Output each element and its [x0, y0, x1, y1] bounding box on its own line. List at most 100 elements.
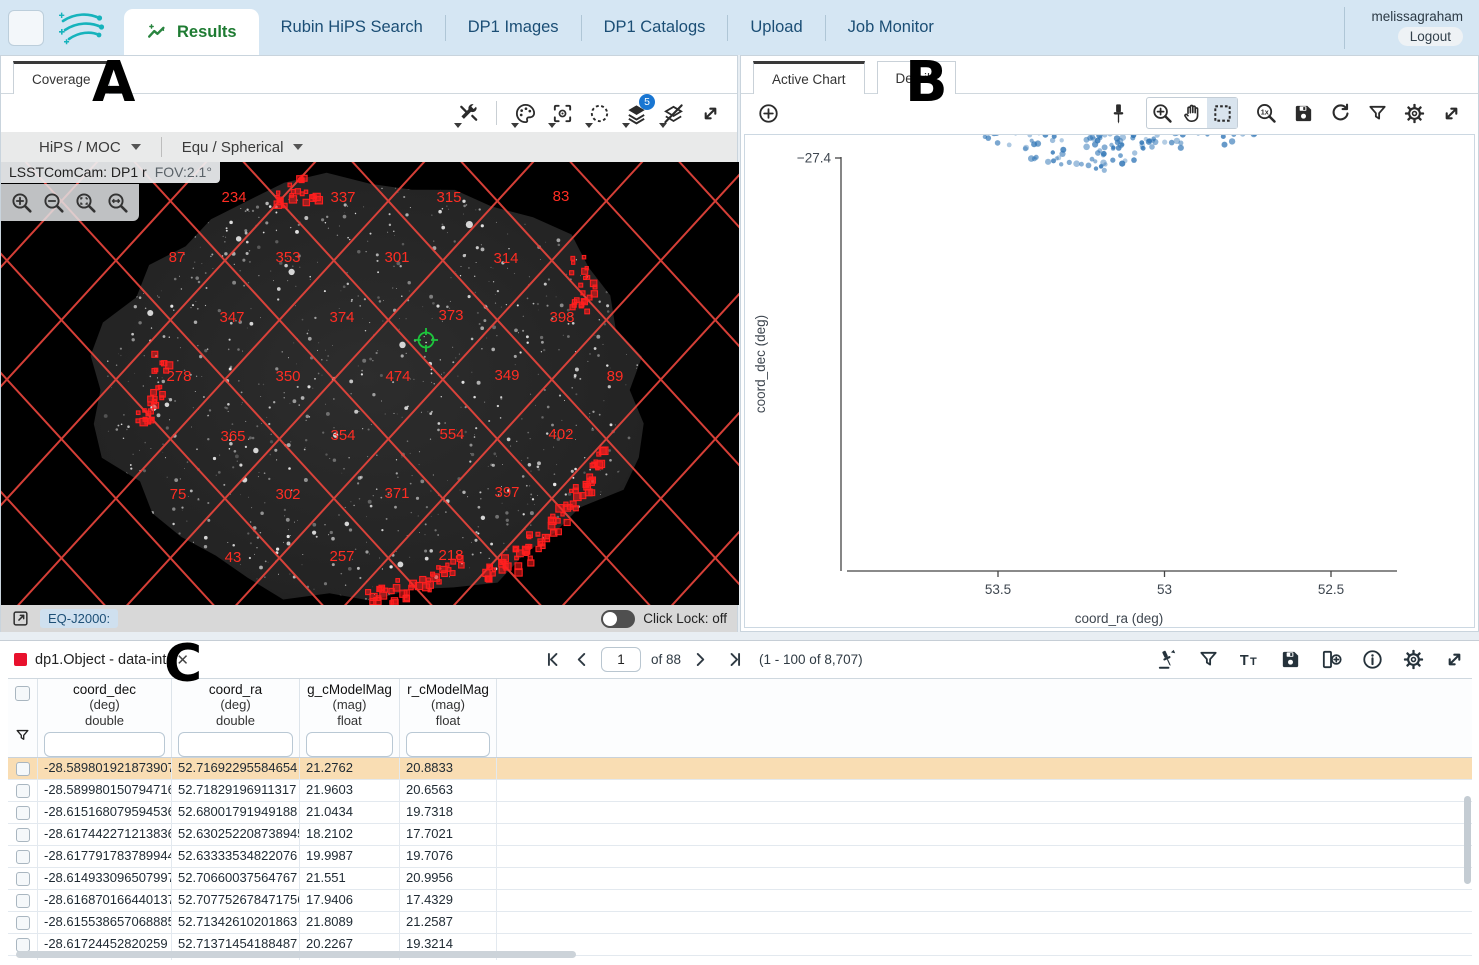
tab-active-chart[interactable]: Active Chart — [753, 61, 865, 94]
table-cell[interactable]: 17.9406 — [300, 890, 400, 911]
row-checkbox[interactable] — [16, 806, 30, 820]
table-cell[interactable]: -28.589980150794716 — [38, 780, 172, 801]
tab-rubin-hips-search[interactable]: Rubin HiPS Search — [259, 0, 445, 55]
row-checkbox[interactable] — [16, 784, 30, 798]
tab-results[interactable]: Results — [124, 9, 259, 55]
hips-moc-select[interactable]: HiPS / MOC — [29, 139, 151, 156]
table-settings-button[interactable] — [1398, 645, 1428, 675]
table-cell[interactable]: 21.2587 — [400, 912, 497, 933]
horizontal-scrollbar[interactable] — [16, 951, 576, 958]
table-cell[interactable]: -28.617442271213836 — [38, 824, 172, 845]
hide-layers-button[interactable] — [658, 98, 688, 128]
table-cell[interactable]: 52.68001791949188 — [172, 802, 300, 823]
table-row[interactable]: -28.61687016644013752.70775267847175617.… — [8, 890, 1472, 912]
filter-table-button[interactable] — [1193, 645, 1223, 675]
save-table-button[interactable] — [1275, 645, 1305, 675]
table-cell[interactable]: 19.7076 — [400, 846, 497, 867]
filter-input-g-cmodelmag[interactable] — [306, 732, 393, 757]
table-row[interactable]: -28.61493309650799752.7066003756476721.5… — [8, 868, 1472, 890]
row-checkbox[interactable] — [16, 894, 30, 908]
add-column-button[interactable] — [1316, 645, 1346, 675]
pin-chart-button[interactable] — [1103, 98, 1133, 128]
page-number-input[interactable] — [601, 647, 641, 672]
table-cell[interactable]: 21.8089 — [300, 912, 400, 933]
chart-zoom-mode-button[interactable] — [1147, 98, 1177, 128]
table-cell[interactable]: -28.615538657068885 — [38, 912, 172, 933]
color-palette-button[interactable] — [510, 98, 540, 128]
filter-chart-button[interactable] — [1362, 98, 1392, 128]
chart-settings-button[interactable] — [1399, 98, 1429, 128]
coverage-map-canvas[interactable]: 2343373158387353301314347374373398278350… — [1, 162, 739, 605]
zoom-fit-button[interactable] — [71, 188, 99, 216]
table-row[interactable]: -28.58998015079471652.7182919691131721.9… — [8, 780, 1472, 802]
table-row[interactable]: -28.61516807959453652.6800179194918821.0… — [8, 802, 1472, 824]
row-checkbox[interactable] — [16, 872, 30, 886]
select-region-button[interactable] — [584, 98, 614, 128]
image-tools-button[interactable] — [453, 98, 483, 128]
scatter-chart[interactable]: −27.4−27.6−27.8−28−28.2−28.4−28.6−28.853… — [744, 134, 1475, 628]
row-checkbox[interactable] — [16, 938, 30, 952]
restore-chart-button[interactable] — [1325, 98, 1355, 128]
click-lock-toggle[interactable] — [601, 610, 635, 628]
table-cell[interactable]: 21.551 — [300, 868, 400, 889]
expand-chart-button[interactable] — [1436, 98, 1466, 128]
row-checkbox[interactable] — [16, 762, 30, 776]
table-cell[interactable]: -28.617791783789944 — [38, 846, 172, 867]
table-row[interactable]: -28.58980192187390752.7169229558465421.2… — [8, 758, 1472, 780]
table-cell[interactable]: 20.6563 — [400, 780, 497, 801]
row-checkbox[interactable] — [16, 850, 30, 864]
table-cell[interactable]: 21.9603 — [300, 780, 400, 801]
add-chart-button[interactable] — [753, 98, 783, 128]
tab-job-monitor[interactable]: Job Monitor — [826, 0, 956, 55]
table-cell[interactable]: 17.7021 — [400, 824, 497, 845]
table-cell[interactable]: 17.4329 — [400, 890, 497, 911]
vertical-scrollbar[interactable] — [1464, 796, 1471, 884]
zoom-fill-button[interactable] — [103, 188, 131, 216]
table-cell[interactable]: 52.630252208738945 — [172, 824, 300, 845]
expand-coverage-button[interactable] — [695, 98, 725, 128]
table-cell[interactable]: 52.707752678471756 — [172, 890, 300, 911]
last-page-button[interactable] — [726, 650, 745, 669]
tab-dp1-catalogs[interactable]: DP1 Catalogs — [582, 0, 728, 55]
row-checkbox[interactable] — [16, 916, 30, 930]
logout-button[interactable]: Logout — [1398, 27, 1463, 46]
table-cell[interactable]: 18.2102 — [300, 824, 400, 845]
filter-row-icon[interactable] — [14, 727, 31, 744]
row-checkbox[interactable] — [16, 828, 30, 842]
save-chart-button[interactable] — [1288, 98, 1318, 128]
tab-dp1-images[interactable]: DP1 Images — [446, 0, 581, 55]
zoom-in-button[interactable] — [7, 188, 35, 216]
pin-table-chart-button[interactable] — [1152, 645, 1182, 675]
chart-pan-mode-button[interactable] — [1177, 98, 1207, 128]
scatter-chart-canvas[interactable]: −27.4−27.6−27.8−28−28.2−28.4−28.6−28.853… — [745, 135, 1476, 627]
expand-table-button[interactable] — [1439, 645, 1469, 675]
table-cell[interactable]: 52.63333534822076 — [172, 846, 300, 867]
select-all-checkbox[interactable] — [15, 686, 30, 701]
table-cell[interactable]: 21.2762 — [300, 758, 400, 779]
table-cell[interactable]: 52.71692295584654 — [172, 758, 300, 779]
column-header-r-cmodelmag[interactable]: r_cModelMag(mag)float — [400, 679, 497, 757]
sky-coverage-map[interactable]: LSSTComCam: DP1 rFOV:2.1° 23433731583873… — [1, 162, 739, 605]
table-cell[interactable]: 52.71342610201863 — [172, 912, 300, 933]
table-row[interactable]: -28.61779178378994452.6333353482207619.9… — [8, 846, 1472, 868]
table-cell[interactable]: -28.589801921873907 — [38, 758, 172, 779]
next-page-button[interactable] — [691, 650, 710, 669]
firefly-logo-icon[interactable] — [52, 7, 110, 49]
column-header-g-cmodelmag[interactable]: g_cModelMag(mag)float — [300, 679, 400, 757]
projection-select[interactable]: Equ / Spherical — [172, 139, 314, 156]
recenter-button[interactable] — [547, 98, 577, 128]
table-cell[interactable]: -28.616870166440137 — [38, 890, 172, 911]
zoom-original-button[interactable] — [1251, 98, 1281, 128]
layers-button[interactable]: 5 — [621, 98, 651, 128]
table-cell[interactable]: 19.7318 — [400, 802, 497, 823]
zoom-out-button[interactable] — [39, 188, 67, 216]
table-cell[interactable]: -28.614933096507997 — [38, 868, 172, 889]
text-view-button[interactable] — [1234, 645, 1264, 675]
table-cell[interactable]: -28.615168079594536 — [38, 802, 172, 823]
table-cell[interactable]: 20.8833 — [400, 758, 497, 779]
table-cell[interactable]: 52.71829196911317 — [172, 780, 300, 801]
menu-button[interactable] — [8, 10, 44, 46]
table-info-button[interactable] — [1357, 645, 1387, 675]
filter-input-r-cmodelmag[interactable] — [406, 732, 490, 757]
expand-map-button[interactable] — [11, 609, 30, 628]
